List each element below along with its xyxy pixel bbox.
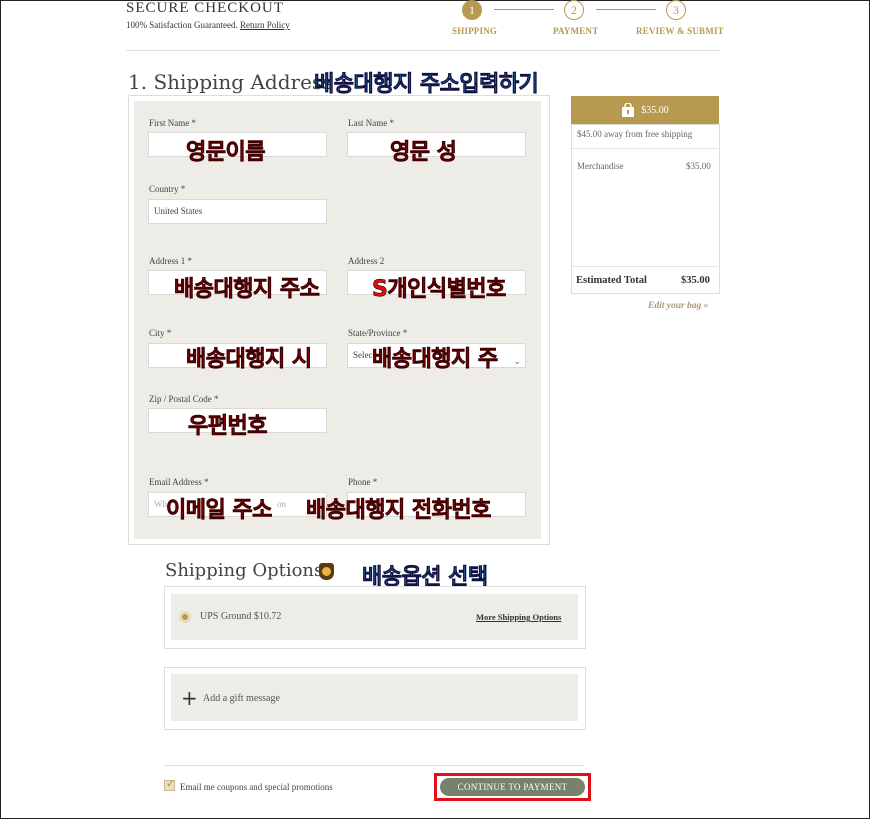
annotation-email: 이메일 주소 (166, 498, 273, 524)
annotation-zip: 우편번호 (188, 414, 268, 440)
phone-label: Phone * (348, 477, 378, 487)
step-3-label: REVIEW & SUBMIT (636, 26, 724, 36)
step-3-circle: 3 (666, 0, 686, 20)
shipping-address-title: 1. Shipping Address (128, 70, 333, 94)
annotation-first-name: 영문이름 (186, 140, 266, 166)
state-label: State/Province * (348, 328, 408, 338)
more-shipping-options-link[interactable]: More Shipping Options (476, 612, 561, 622)
satisfaction-line: 100% Satisfaction Guaranteed. Return Pol… (126, 20, 290, 30)
step-1-label: SHIPPING (452, 26, 498, 36)
ups-logo-icon (319, 563, 334, 580)
step-2-circle: 2 (564, 0, 584, 20)
cart-divider (572, 148, 718, 149)
free-shipping-note: $45.00 away from free shipping (577, 129, 693, 139)
page-title: SECURE CHECKOUT (126, 0, 284, 16)
country-select[interactable]: United States (148, 199, 327, 224)
merchandise-value: $35.00 (686, 161, 711, 171)
checkmark-icon: ✓ (166, 777, 176, 790)
estimated-total-label: Estimated Total (576, 275, 647, 286)
address1-label: Address 1 * (149, 256, 192, 266)
ups-ground-label: UPS Ground $10.72 (200, 611, 282, 622)
email-opt-in-label: Email me coupons and special promotions (180, 782, 333, 792)
ups-ground-radio[interactable] (179, 611, 191, 623)
cart-divider (572, 266, 718, 267)
shopping-bag-icon (622, 103, 635, 117)
satisfaction-text: 100% Satisfaction Guaranteed. (126, 20, 238, 30)
country-label: Country * (149, 184, 186, 194)
first-name-label: First Name * (149, 118, 196, 128)
ups-shield-mark (322, 567, 331, 576)
step-1-circle: 1 (462, 0, 482, 20)
address-form (134, 101, 541, 539)
annotation-last-name: 영문 성 (390, 140, 458, 166)
last-name-label: Last Name * (348, 118, 394, 128)
chevron-down-icon: ⌄ (513, 356, 521, 366)
annotation-address1: 배송대행지 주소 (174, 277, 321, 303)
shipping-options-title: Shipping Options (165, 560, 324, 581)
annotation-phone: 배송대행지 전화번호 (306, 498, 492, 524)
email-placeholder-tail: on (277, 499, 286, 509)
address2-label: Address 2 (348, 256, 385, 266)
step-connector (494, 9, 554, 10)
radio-selected-dot (182, 614, 188, 620)
cart-summary (571, 124, 720, 294)
email-opt-in-checkbox[interactable]: ✓ (164, 777, 176, 791)
cart-total-badge: $35.00 (641, 104, 669, 116)
gift-message-label: Add a gift message (203, 693, 280, 704)
annotation-shipping-address: 배송대행지 주소입력하기 (314, 72, 539, 98)
step-connector (596, 9, 656, 10)
edit-bag-link[interactable]: Edit your bag » (648, 301, 708, 311)
footer-divider (164, 765, 584, 766)
header-divider (126, 50, 720, 51)
state-select-value: Selec (353, 350, 373, 360)
plus-icon[interactable]: + (181, 688, 198, 708)
annotation-address2: S개인식별번호 (372, 277, 507, 303)
city-label: City * (149, 328, 172, 338)
zip-label: Zip / Postal Code * (149, 394, 219, 404)
estimated-total-value: $35.00 (681, 275, 710, 286)
merchandise-label: Merchandise (577, 161, 624, 171)
cart-summary-header[interactable]: $35.00 (571, 96, 719, 124)
email-label: Email Address * (149, 477, 209, 487)
annotation-state: 배송대행지 주 (372, 347, 499, 373)
annotation-city: 배송대행지 시 (186, 347, 313, 373)
continue-to-payment-button[interactable]: CONTINUE TO PAYMENT (440, 778, 585, 796)
return-policy-link[interactable]: Return Policy (240, 20, 290, 30)
step-2-label: PAYMENT (553, 26, 599, 36)
